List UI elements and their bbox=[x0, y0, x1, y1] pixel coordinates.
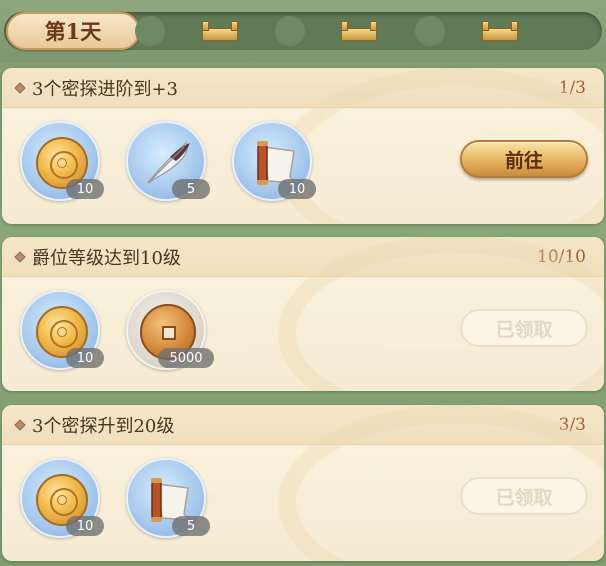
diamond-bullet-icon bbox=[14, 250, 26, 263]
reward-count: 10 bbox=[278, 179, 316, 199]
reward-count: 5 bbox=[172, 516, 210, 536]
reward-feather[interactable]: 5 bbox=[126, 121, 210, 201]
tab-day-3[interactable] bbox=[290, 12, 428, 50]
reward-count: 5 bbox=[172, 179, 210, 199]
tab-day-2[interactable] bbox=[150, 12, 290, 50]
reward-count: 10 bbox=[66, 348, 104, 368]
task-card-1: 3个密探进阶到+3 1/3 10 5 10 前往 bbox=[2, 68, 604, 224]
diamond-bullet-icon bbox=[14, 81, 26, 94]
task-title: 3个密探升到20级 bbox=[32, 415, 175, 437]
diamond-bullet-icon bbox=[14, 418, 26, 431]
reward-count: 10 bbox=[66, 516, 104, 536]
go-button[interactable]: 前往 bbox=[460, 140, 588, 178]
task-card-2: 爵位等级达到10级 10/10 10 5000 已领取 bbox=[2, 237, 604, 391]
claimed-button[interactable]: 已领取 bbox=[460, 309, 588, 347]
task-title: 3个密探进阶到+3 bbox=[32, 78, 178, 100]
reward-copper-cash[interactable]: 5000 bbox=[126, 290, 214, 370]
tab-day-1-label: 第1天 bbox=[6, 12, 140, 50]
task-card-3: 3个密探升到20级 3/3 10 5 已领取 bbox=[2, 405, 604, 561]
tab-day-4[interactable] bbox=[430, 12, 570, 50]
reward-scroll[interactable]: 5 bbox=[126, 458, 210, 538]
reward-scroll[interactable]: 10 bbox=[232, 121, 316, 201]
task-title: 爵位等级达到10级 bbox=[32, 247, 181, 269]
reward-count: 5000 bbox=[158, 348, 214, 368]
locked-icon bbox=[341, 21, 377, 41]
locked-icon bbox=[482, 21, 518, 41]
claimed-button[interactable]: 已领取 bbox=[460, 477, 588, 515]
reward-gold-coin[interactable]: 10 bbox=[20, 121, 104, 201]
tab-divider bbox=[135, 16, 165, 46]
reward-gold-coin[interactable]: 10 bbox=[20, 290, 104, 370]
reward-gold-coin[interactable]: 10 bbox=[20, 458, 104, 538]
locked-icon bbox=[202, 21, 238, 41]
reward-count: 10 bbox=[66, 179, 104, 199]
tab-day-1[interactable]: 第1天 bbox=[4, 12, 142, 50]
